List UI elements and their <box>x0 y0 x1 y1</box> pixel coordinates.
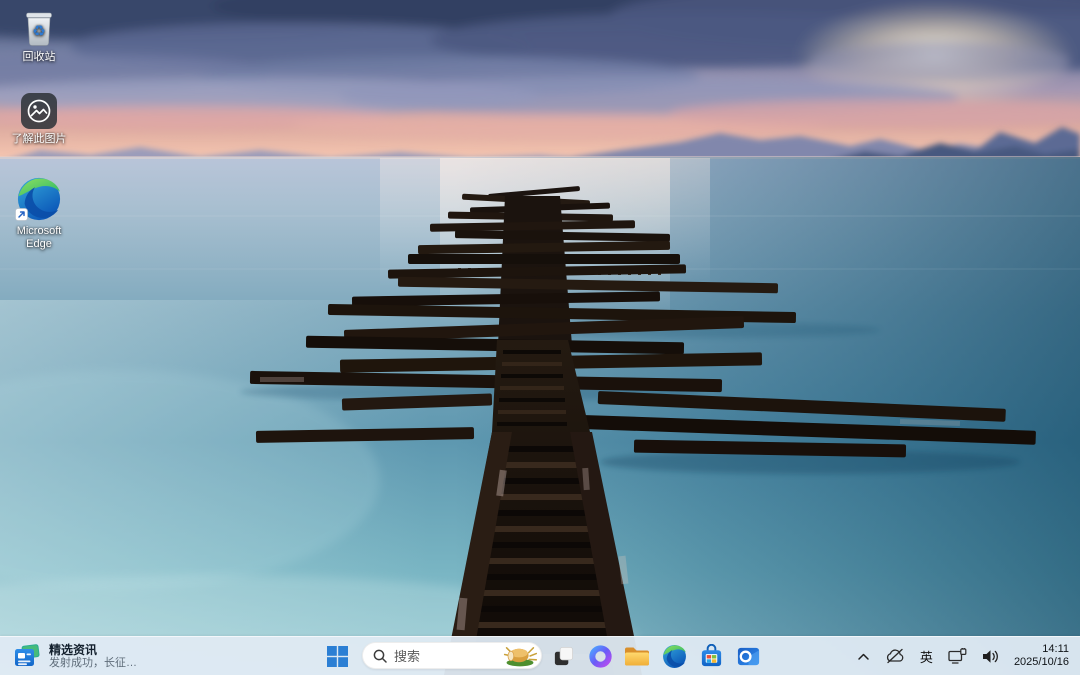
svg-text:♻: ♻ <box>32 22 45 40</box>
volume-button[interactable] <box>978 647 1004 666</box>
widgets-headline-title: 精选资讯 <box>49 642 98 657</box>
show-hidden-icons-button[interactable] <box>853 650 874 663</box>
file-explorer-button[interactable] <box>620 639 654 673</box>
file-explorer-icon <box>625 647 649 666</box>
outlook-button[interactable] <box>731 639 765 673</box>
search-highlight-bread-icon[interactable] <box>502 644 538 667</box>
outlook-icon <box>737 647 759 665</box>
speaker-volume-icon <box>982 649 998 663</box>
task-view-button[interactable] <box>546 639 580 673</box>
start-button[interactable] <box>320 639 354 673</box>
edge-browser-button[interactable] <box>657 639 691 673</box>
ime-language-indicator[interactable]: 英 <box>916 645 937 668</box>
desktop-icon-label: 回收站 <box>22 51 56 63</box>
desktop-icon-recycle-bin[interactable]: ♻ 回收站 <box>2 6 76 64</box>
copilot-icon <box>588 644 612 668</box>
search-icon <box>373 649 387 663</box>
copilot-button[interactable] <box>583 639 617 673</box>
widgets-headline-subtitle: 发射成功，长征… <box>49 656 137 669</box>
desktop-icon-learn-about-picture[interactable]: 了解此图片 <box>2 92 76 146</box>
desktop-icon-label: 了解此图片 <box>11 133 67 145</box>
onedrive-status-button[interactable] <box>881 646 909 666</box>
photo-info-icon <box>21 93 57 129</box>
desktop-icon-label: Microsoft Edge <box>16 225 62 250</box>
shortcut-arrow-overlay <box>15 208 28 221</box>
microsoft-store-button[interactable] <box>694 639 728 673</box>
wallpaper <box>0 0 1080 675</box>
ethernet-network-icon <box>948 648 967 664</box>
clock[interactable]: 14:11 2025/10/16 <box>1012 641 1071 671</box>
task-view-icon <box>554 646 573 665</box>
widgets-button[interactable]: 精选资讯 发射成功，长征… <box>4 637 147 675</box>
widgets-news-icon <box>15 643 40 666</box>
edge-shortcut-icon <box>15 176 62 222</box>
onedrive-cloud-off-icon <box>886 648 904 664</box>
recycle-bin-icon: ♻ <box>26 12 52 46</box>
tray-time: 14:11 <box>1042 643 1069 655</box>
windows-logo-icon <box>326 645 348 667</box>
desktop-icon-microsoft-edge[interactable]: Microsoft Edge <box>2 176 76 251</box>
microsoft-store-icon <box>701 643 721 666</box>
search-box[interactable]: 搜索 <box>362 642 542 669</box>
tray-date: 2025/10/16 <box>1013 656 1069 668</box>
edge-icon <box>662 644 687 669</box>
system-tray: 英 14:11 2025/10/16 <box>846 637 1080 675</box>
chevron-up-icon <box>858 653 869 660</box>
network-button[interactable] <box>944 646 971 666</box>
taskbar: 精选资讯 发射成功，长征… 搜索 英 14:11 2025/10/16 <box>0 636 1080 675</box>
search-placeholder: 搜索 <box>394 649 421 664</box>
